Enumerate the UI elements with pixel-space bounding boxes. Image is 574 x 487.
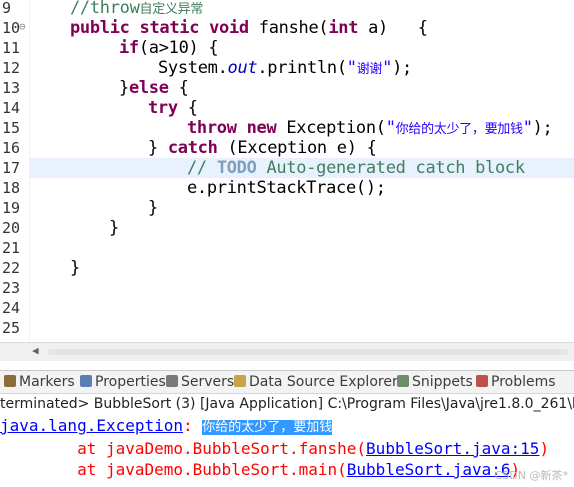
line-number: 9 — [2, 0, 12, 17]
code-line-9[interactable]: //throw自定义异常 — [70, 0, 203, 20]
exception-class[interactable]: java.lang.Exception — [0, 416, 183, 435]
code-line-18[interactable]: e.printStackTrace(); — [187, 178, 386, 198]
tab-label: Servers — [181, 374, 235, 390]
code-line-17[interactable]: // TODO Auto-generated catch block — [187, 158, 525, 178]
tab-servers[interactable]: Servers — [166, 373, 234, 391]
markers-icon — [4, 375, 16, 387]
problems-icon — [476, 375, 488, 387]
code-line-13[interactable]: }else { — [119, 78, 189, 98]
line-number: 20 — [2, 219, 21, 237]
line-number: 15 — [2, 119, 21, 137]
line-number: 18 — [2, 179, 21, 197]
bottom-panel-tabs: Markers Properties Servers Data Source Expl… — [0, 370, 574, 394]
line-number: 12 — [2, 59, 21, 77]
stack-trace-link-2[interactable]: BubbleSort.java:6 — [347, 460, 511, 479]
tab-snippets[interactable]: Snippets — [397, 373, 473, 391]
stack-trace-link-1[interactable]: BubbleSort.java:15 — [366, 439, 539, 458]
scrollbar-track[interactable] — [48, 349, 568, 355]
exception-separator: : — [183, 416, 203, 435]
code-line-11[interactable]: if(a>10) { — [119, 38, 219, 58]
line-number: 22 — [2, 259, 21, 277]
tab-label: Data Source Explorer — [249, 374, 398, 390]
code-line-15[interactable]: throw new Exception("你给的太少了，要加钱"); — [187, 118, 553, 140]
line-number: 21 — [2, 239, 21, 257]
tab-label: Properties — [95, 374, 166, 390]
tab-properties[interactable]: Properties — [80, 373, 166, 391]
console-status-line: terminated> BubbleSort (3) [Java Applica… — [0, 394, 574, 414]
stack-trace-line-2: at javaDemo.BubbleSort.main(BubbleSort.j… — [0, 460, 521, 479]
code-editor[interactable]: 9 10 ⊖ 11 12 13 14 15 16 17 18 19 20 21 22 23 24 25 //thr… — [0, 0, 574, 342]
tab-markers[interactable]: Markers — [4, 373, 75, 391]
line-number: 14 — [2, 99, 21, 117]
line-number: 23 — [2, 279, 21, 297]
tab-label: Markers — [19, 374, 75, 390]
tab-label: Snippets — [412, 374, 473, 390]
code-line-12[interactable]: System.out.println("谢谢"); — [158, 58, 412, 80]
line-number: 19 — [2, 199, 21, 217]
line-number: 25 — [2, 319, 21, 337]
line-number: 16 — [2, 139, 21, 157]
stack-trace-line-1: at javaDemo.BubbleSort.fanshe(BubbleSort… — [0, 439, 550, 458]
code-line-10[interactable]: public static void fanshe(int a) { — [70, 18, 428, 38]
line-number: 11 — [2, 39, 21, 57]
line-number: 13 — [2, 79, 21, 97]
horizontal-scrollbar[interactable]: ◀ — [0, 342, 574, 361]
code-line-22[interactable]: } — [70, 258, 80, 278]
tab-problems[interactable]: Problems — [476, 373, 556, 391]
scroll-left-icon[interactable]: ◀ — [32, 344, 39, 357]
console-output[interactable]: java.lang.Exception: 你给的太少了，要加钱 at javaD… — [0, 415, 574, 487]
exception-message[interactable]: 你给的太少了，要加钱 — [202, 420, 333, 435]
code-line-16[interactable]: } catch (Exception e) { — [148, 138, 377, 158]
code-line-14[interactable]: try { — [148, 98, 198, 118]
watermark: CSDN @新茶* — [494, 469, 568, 482]
snippets-icon — [397, 375, 409, 387]
data-source-icon — [234, 375, 246, 387]
properties-icon — [80, 375, 92, 387]
tab-data-source-explorer[interactable]: Data Source Explorer — [234, 373, 398, 391]
servers-icon — [166, 375, 178, 387]
line-number: 17 — [2, 159, 21, 177]
line-number: 24 — [2, 299, 21, 317]
tab-label: Problems — [491, 374, 556, 390]
code-line-19[interactable]: } — [148, 198, 158, 218]
code-line-20[interactable]: } — [109, 218, 119, 238]
fold-collapse-icon[interactable]: ⊖ — [19, 20, 26, 33]
